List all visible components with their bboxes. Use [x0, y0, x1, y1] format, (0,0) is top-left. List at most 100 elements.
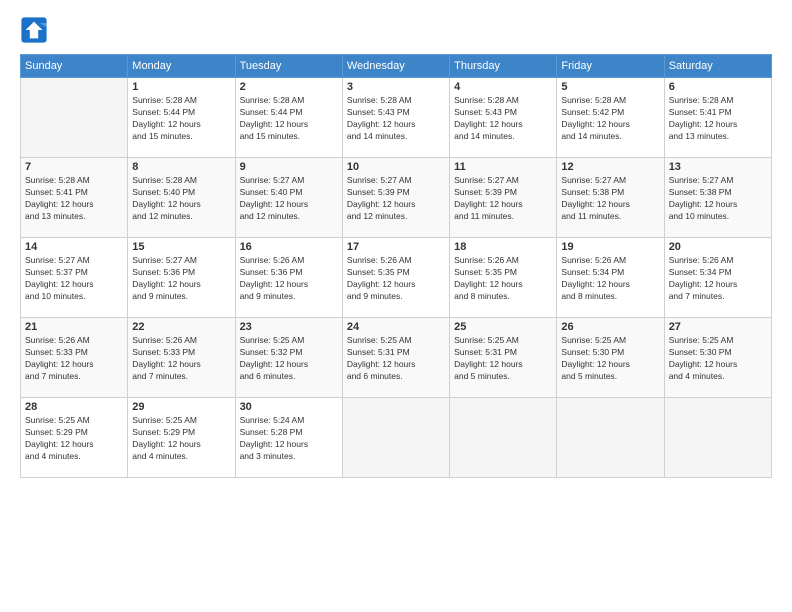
day-number: 21: [25, 321, 123, 333]
day-cell: 24 Sunrise: 5:25 AM Sunset: 5:31 PM Dayli…: [342, 318, 449, 398]
day-number: 9: [240, 161, 338, 173]
day-cell: 23 Sunrise: 5:25 AM Sunset: 5:32 PM Dayli…: [235, 318, 342, 398]
day-cell: 2 Sunrise: 5:28 AM Sunset: 5:44 PM Daylig…: [235, 78, 342, 158]
day-number: 6: [669, 81, 767, 93]
day-info: Sunrise: 5:28 AM Sunset: 5:41 PM Dayligh…: [25, 175, 123, 223]
day-cell: [664, 398, 771, 478]
day-number: 1: [132, 81, 230, 93]
page: SundayMondayTuesdayWednesdayThursdayFrid…: [0, 0, 792, 612]
day-number: 25: [454, 321, 552, 333]
day-cell: 25 Sunrise: 5:25 AM Sunset: 5:31 PM Dayli…: [450, 318, 557, 398]
week-row-2: 7 Sunrise: 5:28 AM Sunset: 5:41 PM Daylig…: [21, 158, 772, 238]
day-number: 2: [240, 81, 338, 93]
header-thursday: Thursday: [450, 55, 557, 78]
day-number: 24: [347, 321, 445, 333]
day-info: Sunrise: 5:26 AM Sunset: 5:33 PM Dayligh…: [25, 335, 123, 383]
day-cell: 9 Sunrise: 5:27 AM Sunset: 5:40 PM Daylig…: [235, 158, 342, 238]
day-cell: 3 Sunrise: 5:28 AM Sunset: 5:43 PM Daylig…: [342, 78, 449, 158]
day-number: 4: [454, 81, 552, 93]
day-number: 11: [454, 161, 552, 173]
day-number: 15: [132, 241, 230, 253]
calendar-table: SundayMondayTuesdayWednesdayThursdayFrid…: [20, 54, 772, 478]
day-cell: 4 Sunrise: 5:28 AM Sunset: 5:43 PM Daylig…: [450, 78, 557, 158]
day-number: 12: [561, 161, 659, 173]
day-info: Sunrise: 5:26 AM Sunset: 5:35 PM Dayligh…: [347, 255, 445, 303]
logo-icon: [20, 16, 48, 44]
day-info: Sunrise: 5:28 AM Sunset: 5:44 PM Dayligh…: [132, 95, 230, 143]
day-cell: 20Sunrise: 5:26 AM Sunset: 5:34 PM Dayli…: [664, 238, 771, 318]
day-info: Sunrise: 5:28 AM Sunset: 5:40 PM Dayligh…: [132, 175, 230, 223]
day-info: Sunrise: 5:28 AM Sunset: 5:43 PM Dayligh…: [454, 95, 552, 143]
day-cell: 8 Sunrise: 5:28 AM Sunset: 5:40 PM Daylig…: [128, 158, 235, 238]
day-cell: 6 Sunrise: 5:28 AM Sunset: 5:41 PM Daylig…: [664, 78, 771, 158]
day-info: Sunrise: 5:25 AM Sunset: 5:31 PM Dayligh…: [347, 335, 445, 383]
day-info: Sunrise: 5:25 AM Sunset: 5:31 PM Dayligh…: [454, 335, 552, 383]
day-info: Sunrise: 5:27 AM Sunset: 5:39 PM Dayligh…: [454, 175, 552, 223]
day-cell: 18 Sunrise: 5:26 AM Sunset: 5:35 PM Dayli…: [450, 238, 557, 318]
day-cell: 30 Sunrise: 5:24 AM Sunset: 5:28 PM Dayli…: [235, 398, 342, 478]
day-cell: [557, 398, 664, 478]
day-number: 23: [240, 321, 338, 333]
week-row-4: 21 Sunrise: 5:26 AM Sunset: 5:33 PM Dayli…: [21, 318, 772, 398]
day-number: 30: [240, 401, 338, 413]
week-row-1: 1 Sunrise: 5:28 AM Sunset: 5:44 PM Daylig…: [21, 78, 772, 158]
week-row-5: 28 Sunrise: 5:25 AM Sunset: 5:29 PM Dayli…: [21, 398, 772, 478]
day-info: Sunrise: 5:26 AM Sunset: 5:34 PM Dayligh…: [561, 255, 659, 303]
day-info: Sunrise: 5:28 AM Sunset: 5:44 PM Dayligh…: [240, 95, 338, 143]
day-number: 13: [669, 161, 767, 173]
day-info: Sunrise: 5:25 AM Sunset: 5:29 PM Dayligh…: [132, 415, 230, 463]
day-number: 17: [347, 241, 445, 253]
day-info: Sunrise: 5:27 AM Sunset: 5:38 PM Dayligh…: [561, 175, 659, 223]
day-cell: 14Sunrise: 5:27 AM Sunset: 5:37 PM Dayli…: [21, 238, 128, 318]
logo: [20, 16, 52, 44]
day-number: 3: [347, 81, 445, 93]
day-info: Sunrise: 5:27 AM Sunset: 5:37 PM Dayligh…: [25, 255, 123, 303]
day-cell: 16Sunrise: 5:26 AM Sunset: 5:36 PM Dayli…: [235, 238, 342, 318]
day-info: Sunrise: 5:27 AM Sunset: 5:38 PM Dayligh…: [669, 175, 767, 223]
day-cell: 19 Sunrise: 5:26 AM Sunset: 5:34 PM Dayli…: [557, 238, 664, 318]
day-info: Sunrise: 5:26 AM Sunset: 5:33 PM Dayligh…: [132, 335, 230, 383]
day-info: Sunrise: 5:25 AM Sunset: 5:30 PM Dayligh…: [669, 335, 767, 383]
day-info: Sunrise: 5:28 AM Sunset: 5:43 PM Dayligh…: [347, 95, 445, 143]
day-info: Sunrise: 5:26 AM Sunset: 5:35 PM Dayligh…: [454, 255, 552, 303]
day-info: Sunrise: 5:27 AM Sunset: 5:39 PM Dayligh…: [347, 175, 445, 223]
calendar-header-row: SundayMondayTuesdayWednesdayThursdayFrid…: [21, 55, 772, 78]
day-number: 8: [132, 161, 230, 173]
day-cell: 27 Sunrise: 5:25 AM Sunset: 5:30 PM Dayli…: [664, 318, 771, 398]
day-info: Sunrise: 5:27 AM Sunset: 5:36 PM Dayligh…: [132, 255, 230, 303]
day-cell: 21 Sunrise: 5:26 AM Sunset: 5:33 PM Dayli…: [21, 318, 128, 398]
week-row-3: 14Sunrise: 5:27 AM Sunset: 5:37 PM Dayli…: [21, 238, 772, 318]
header-sunday: Sunday: [21, 55, 128, 78]
day-info: Sunrise: 5:27 AM Sunset: 5:40 PM Dayligh…: [240, 175, 338, 223]
day-number: 26: [561, 321, 659, 333]
day-number: 29: [132, 401, 230, 413]
day-cell: [450, 398, 557, 478]
day-cell: [21, 78, 128, 158]
day-cell: 11 Sunrise: 5:27 AM Sunset: 5:39 PM Dayli…: [450, 158, 557, 238]
day-cell: 13 Sunrise: 5:27 AM Sunset: 5:38 PM Dayli…: [664, 158, 771, 238]
day-number: 7: [25, 161, 123, 173]
header-tuesday: Tuesday: [235, 55, 342, 78]
day-cell: [342, 398, 449, 478]
header-wednesday: Wednesday: [342, 55, 449, 78]
day-cell: 15 Sunrise: 5:27 AM Sunset: 5:36 PM Dayli…: [128, 238, 235, 318]
day-number: 20: [669, 241, 767, 253]
day-info: Sunrise: 5:28 AM Sunset: 5:41 PM Dayligh…: [669, 95, 767, 143]
day-number: 27: [669, 321, 767, 333]
day-number: 22: [132, 321, 230, 333]
day-number: 19: [561, 241, 659, 253]
day-number: 10: [347, 161, 445, 173]
day-cell: 7 Sunrise: 5:28 AM Sunset: 5:41 PM Daylig…: [21, 158, 128, 238]
day-info: Sunrise: 5:28 AM Sunset: 5:42 PM Dayligh…: [561, 95, 659, 143]
day-info: Sunrise: 5:24 AM Sunset: 5:28 PM Dayligh…: [240, 415, 338, 463]
header-saturday: Saturday: [664, 55, 771, 78]
day-number: 18: [454, 241, 552, 253]
day-info: Sunrise: 5:25 AM Sunset: 5:32 PM Dayligh…: [240, 335, 338, 383]
day-cell: 17 Sunrise: 5:26 AM Sunset: 5:35 PM Dayli…: [342, 238, 449, 318]
day-info: Sunrise: 5:25 AM Sunset: 5:29 PM Dayligh…: [25, 415, 123, 463]
day-cell: 1 Sunrise: 5:28 AM Sunset: 5:44 PM Daylig…: [128, 78, 235, 158]
day-number: 28: [25, 401, 123, 413]
day-cell: 28 Sunrise: 5:25 AM Sunset: 5:29 PM Dayli…: [21, 398, 128, 478]
day-cell: 5Sunrise: 5:28 AM Sunset: 5:42 PM Daylig…: [557, 78, 664, 158]
day-info: Sunrise: 5:26 AM Sunset: 5:36 PM Dayligh…: [240, 255, 338, 303]
